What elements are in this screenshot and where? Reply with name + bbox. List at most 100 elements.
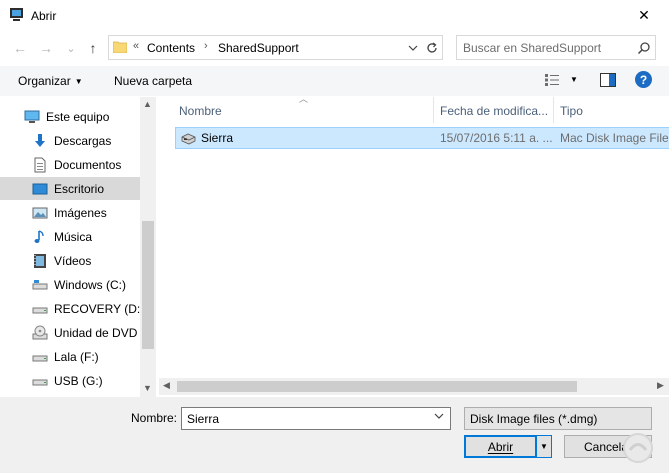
video-icon [34,254,46,268]
scroll-left-icon[interactable]: ◀ [163,380,170,391]
computer-icon [24,110,40,123]
column-header-label: Tipo [560,104,583,118]
sidebar-item-documentos[interactable]: Documentos [0,153,140,176]
window-title: Abrir [31,9,57,23]
open-button[interactable]: Abrir [464,435,537,458]
back-button[interactable]: ← [11,39,29,57]
folder-icon [113,41,127,53]
refresh-button[interactable] [423,39,441,57]
sidebar-item-label: Música [54,230,93,244]
recent-locations-button[interactable]: ⌄ [62,39,80,57]
forward-button[interactable]: → [37,39,55,57]
new-folder-button[interactable]: Nueva carpeta [114,74,192,88]
table-row[interactable]: Sierra 15/07/2016 5:11 a. ... Mac Disk I… [175,127,669,149]
up-button[interactable]: ↑ [84,39,102,57]
file-name-input[interactable] [187,411,427,427]
breadcrumb-sharedsupport[interactable]: SharedSupport [218,41,299,55]
file-type: Mac Disk Image File [560,131,669,145]
scrollbar-thumb[interactable] [142,221,154,349]
file-list: ︿ Nombre Fecha de modifica... Tipo Sierr… [158,94,669,397]
caret-down-icon: ▼ [74,77,83,86]
column-header-date[interactable]: Fecha de modifica... [434,97,553,123]
up-arrow-icon: ↑ [89,40,97,56]
drive-icon [32,379,48,386]
preview-pane-icon[interactable] [600,73,616,87]
download-icon [35,134,45,147]
sidebar-item-videos[interactable]: Vídeos [0,249,140,272]
sidebar-item-label: Descargas [54,134,112,148]
column-header-name[interactable]: Nombre [159,97,433,123]
sidebar-scrollbar[interactable]: ▲ ▼ [140,97,156,397]
search-box[interactable] [456,35,656,60]
sidebar-item-recovery-d[interactable]: RECOVERY (D:) [0,297,140,320]
organize-menu[interactable]: Organizar ▼ [18,74,83,88]
file-name: Sierra [201,131,234,145]
organize-label: Organizar [18,74,71,88]
sidebar-item-label: Lala (F:) [54,350,99,364]
forward-arrow-icon: → [39,40,53,56]
view-options-caret-icon[interactable]: ▼ [570,75,578,84]
drive-icon [32,280,48,290]
open-options-button[interactable]: ▼ [536,435,552,458]
caret-down-icon: ▼ [540,442,548,451]
scroll-right-icon[interactable]: ▶ [657,380,664,391]
sidebar-item-musica[interactable]: Música [0,225,140,248]
sidebar-item-imagenes[interactable]: Imágenes [0,201,140,224]
sidebar-item-label: Este equipo [46,110,110,124]
address-bar[interactable]: « Contents › SharedSupport [108,35,443,60]
scrollbar-thumb[interactable] [177,381,577,392]
view-options-icon[interactable] [544,73,560,87]
navigation-pane: Este equipo Descargas Documentos Escrito… [0,97,156,397]
watermark-logo [623,433,653,463]
file-date: 15/07/2016 5:11 a. ... [440,131,553,145]
search-input[interactable] [463,40,623,56]
sidebar-item-label: Escritorio [54,182,105,196]
sidebar-item-lala-f[interactable]: Lala (F:) [0,345,140,368]
sidebar-item-label: Documentos [54,158,122,172]
sidebar-item-label: Vídeos [54,254,92,268]
back-arrow-icon: ← [13,40,27,56]
sidebar-item-usb-g[interactable]: USB (G:) [0,369,140,392]
address-history-button[interactable] [405,39,421,57]
sidebar-item-label: RECOVERY (D:) [54,302,140,316]
disk-image-icon [181,133,196,145]
sidebar-item-descargas[interactable]: Descargas [0,129,140,152]
dialog-footer: Nombre: Disk Image files (*.dmg) Abrir ▼… [0,397,669,473]
help-button[interactable]: ? [635,71,652,88]
horizontal-scrollbar[interactable]: ◀ ▶ [159,378,669,395]
chevron-down-icon [408,45,418,51]
command-toolbar: Organizar ▼ Nueva carpeta ▼ ? [0,66,669,96]
open-button-label: Abrir [487,439,514,454]
document-icon [34,157,46,173]
drive-icon [32,307,48,314]
search-icon[interactable] [637,41,651,55]
refresh-icon [427,42,437,53]
breadcrumb-contents[interactable]: Contents [147,41,195,55]
close-icon: ✕ [638,6,650,23]
title-bar: Abrir ✕ [0,0,669,31]
sidebar-item-label: Imágenes [54,206,107,220]
file-name-combobox[interactable] [181,407,451,430]
sidebar-item-label: Unidad de DVD R [54,326,140,340]
sidebar-item-escritorio[interactable]: Escritorio [0,177,140,200]
drive-icon [32,355,48,362]
breadcrumb-overflow[interactable]: « [133,40,139,52]
file-type-value: Disk Image files (*.dmg) [470,412,598,426]
dvd-icon [32,325,48,340]
scroll-down-icon[interactable]: ▼ [143,383,152,393]
desktop-icon [32,183,48,195]
chevron-down-icon[interactable] [434,411,444,421]
close-button[interactable]: ✕ [624,3,664,27]
file-type-select[interactable]: Disk Image files (*.dmg) [464,407,652,430]
breadcrumb-separator[interactable]: › [204,40,208,52]
column-header-type[interactable]: Tipo [554,97,669,123]
chevron-down-icon: ⌄ [66,42,76,55]
scroll-up-icon[interactable]: ▲ [143,99,152,109]
file-name-label: Nombre: [131,411,178,425]
sidebar-item-dvd[interactable]: Unidad de DVD R [0,321,140,344]
app-icon [10,8,23,21]
sidebar-item-windows-c[interactable]: Windows (C:) [0,273,140,296]
sidebar-item-label: USB (G:) [54,374,103,388]
sidebar-item-este-equipo[interactable]: Este equipo [0,105,140,128]
image-icon [32,207,48,219]
